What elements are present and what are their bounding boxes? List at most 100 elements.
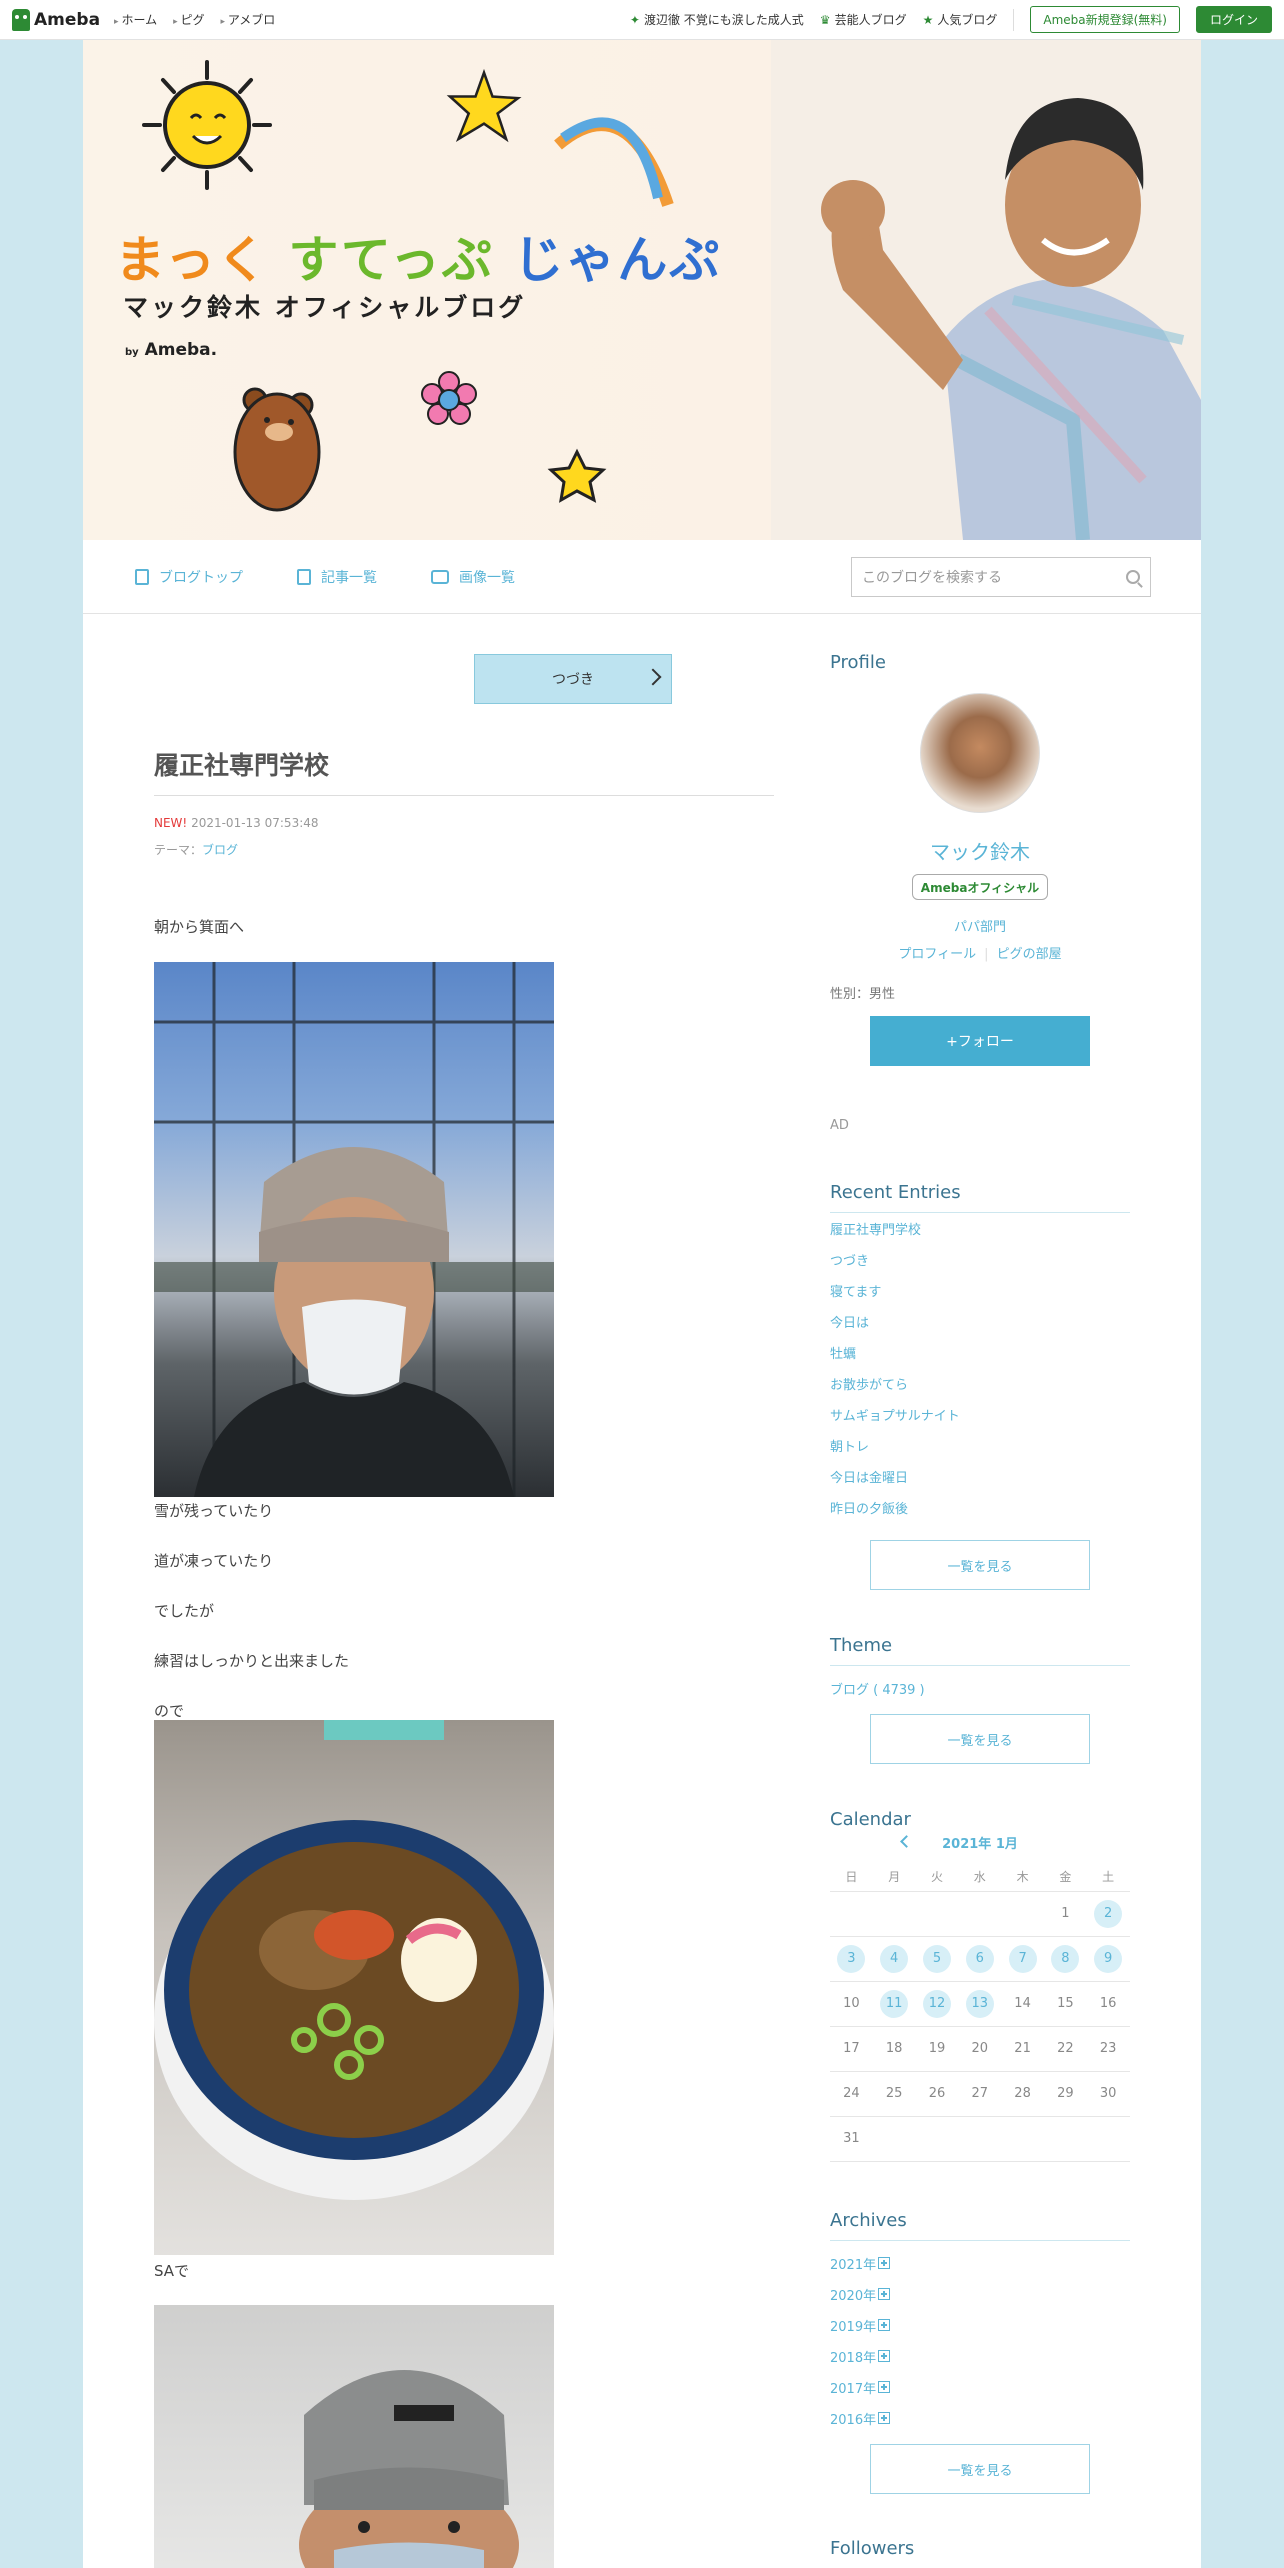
trending-link-label: 渡辺徹 不覚にも涙した成人式 (643, 13, 804, 27)
archive-year-item[interactable]: 2017年 (830, 2378, 891, 2409)
blog-banner[interactable]: まっく すてっぷ じゃんぷ マック鈴木 オフィシャルブログ by Ameba. (83, 40, 1201, 540)
post-photo-1-art (154, 962, 554, 1497)
login-button[interactable]: ログイン (1195, 6, 1272, 33)
weekday-label: 金 (1059, 1870, 1072, 1884)
archive-year-item[interactable]: 2018年 (830, 2347, 891, 2378)
calendar-cell: 16 (1087, 1990, 1130, 2018)
image-list-link[interactable]: 画像一覧 (431, 567, 515, 587)
blog-search-input[interactable]: このブログを検索する (851, 557, 1151, 597)
theme-link[interactable]: ブログ (202, 843, 238, 857)
banner-by-brand: Ameba. (144, 340, 218, 360)
entry-list-link[interactable]: 記事一覧 (297, 567, 377, 587)
nav-home-link[interactable]: ホーム (114, 11, 157, 28)
calendar-day-link[interactable]: 6 (965, 1945, 994, 1973)
recent-entries-heading: Recent Entries (830, 1182, 961, 1203)
archive-year-item[interactable]: 2016年 (830, 2409, 891, 2440)
calendar-week-row: 31 (830, 2117, 1130, 2162)
profile-link[interactable]: プロフィール (898, 947, 976, 962)
profile-category[interactable]: パパ部門 (830, 916, 1130, 935)
archive-year-item[interactable]: 2019年 (830, 2316, 891, 2347)
calendar-cell: 19 (916, 2035, 959, 2063)
calendar-week-row: 3456789 (830, 1937, 1130, 1982)
blog-top-link[interactable]: ブログトップ (135, 567, 243, 587)
calendar-day-link[interactable]: 13 (965, 1990, 994, 2018)
calendar-week-row: 10 11 12 13 14 15 16 (830, 1982, 1130, 2027)
blog-top-label: ブログトップ (159, 569, 243, 586)
recent-entry-link[interactable]: 寝てます (830, 1284, 960, 1315)
theme-blog-link[interactable]: ブログ ( 4739 ) (830, 1679, 925, 1698)
archive-year-item[interactable]: 2021年 (830, 2254, 891, 2285)
calendar-day: 18 (885, 2041, 903, 2056)
calendar-cell: 9 (1087, 1945, 1130, 1973)
post-photo-selfie-2[interactable] (154, 2305, 554, 2568)
archives-see-all-button[interactable]: 一覧を見る (870, 2444, 1090, 2494)
recent-entry-link[interactable]: 今日は (830, 1315, 960, 1346)
post-title[interactable]: 履正社専門学校 (154, 746, 329, 782)
calendar-cell: 4 (873, 1945, 916, 1973)
continue-button[interactable]: つづき (474, 654, 672, 704)
nav-ameblo-link[interactable]: アメブロ (220, 11, 275, 28)
recent-entry-link[interactable]: 履正社専門学校 (830, 1222, 960, 1253)
calendar-day: 23 (1099, 2041, 1117, 2056)
expand-plus-icon[interactable] (878, 2257, 891, 2269)
celebrity-blog-link[interactable]: ♛ 芸能人ブログ (820, 11, 907, 28)
expand-plus-icon[interactable] (878, 2350, 891, 2362)
nav-pig-link[interactable]: ピグ (173, 11, 204, 28)
theme-see-all-button[interactable]: 一覧を見る (870, 1714, 1090, 1764)
calendar-day-link[interactable]: 12 (922, 1990, 951, 2018)
archive-year-label: 2018年 (830, 2351, 877, 2366)
profile-avatar[interactable] (920, 693, 1040, 813)
calendar-day: 19 (928, 2041, 946, 2056)
search-icon[interactable] (1126, 570, 1140, 584)
ameba-logo[interactable]: Ameba (12, 8, 100, 31)
calendar-day-link[interactable]: 11 (880, 1990, 909, 2018)
expand-plus-icon[interactable] (878, 2319, 891, 2331)
calendar-day-link[interactable]: 4 (880, 1945, 909, 1973)
recent-entry-link[interactable]: サムギョプサルナイト (830, 1408, 960, 1439)
archive-year-item[interactable]: 2020年 (830, 2285, 891, 2316)
calendar-day-link[interactable]: 8 (1051, 1945, 1080, 1973)
archives-heading: Archives (830, 2210, 907, 2231)
recent-entry-link[interactable]: 今日は金曜日 (830, 1470, 960, 1501)
post-meta-theme: テーマ：ブログ (154, 841, 238, 858)
expand-plus-icon[interactable] (878, 2412, 891, 2424)
expand-plus-icon[interactable] (878, 2288, 891, 2300)
calendar-week-row: 12 (830, 1892, 1130, 1937)
calendar-day-link[interactable]: 9 (1094, 1945, 1123, 1973)
profile-name[interactable]: マック鈴木 (830, 836, 1130, 865)
expand-plus-icon[interactable] (878, 2381, 891, 2393)
calendar-day-link[interactable]: 7 (1008, 1945, 1037, 1973)
calendar-cell: 5 (916, 1945, 959, 1973)
archives-divider (830, 2240, 1130, 2241)
weekday-label: 水 (973, 1870, 986, 1884)
pig-room-link[interactable]: ピグの部屋 (997, 947, 1062, 962)
recent-entry-link[interactable]: 牡蠣 (830, 1346, 960, 1377)
calendar-day: 24 (843, 2086, 860, 2101)
post-text-line: 練習はしっかりと出来ました (154, 1652, 350, 1670)
follow-button[interactable]: +フォロー (870, 1016, 1090, 1066)
calendar-cell: 12 (916, 1990, 959, 2018)
profile-heading: Profile (830, 652, 886, 673)
banner-by-ameba: by Ameba. (125, 340, 217, 360)
calendar-day: 22 (1057, 2041, 1074, 2056)
recent-entry-link[interactable]: 昨日の夕飯後 (830, 1501, 960, 1532)
recent-entries-see-all-button[interactable]: 一覧を見る (870, 1540, 1090, 1590)
official-badge[interactable]: Amebaオフィシャル (912, 874, 1048, 900)
recent-entries-list: 履正社専門学校 つづき 寝てます 今日は 牡蠣 お散歩がてら サムギョプサルナイ… (830, 1222, 960, 1532)
post-photo-selfie-1[interactable] (154, 962, 554, 1497)
register-button[interactable]: Ameba新規登録(無料) (1030, 6, 1180, 33)
archive-year-label: 2021年 (830, 2258, 877, 2273)
post-photo-soba[interactable] (154, 1720, 554, 2255)
calendar-day-link[interactable]: 2 (1094, 1900, 1123, 1928)
archives-list: 2021年 2020年 2019年 2018年 2017年 2016年 (830, 2254, 891, 2440)
blog-nav: ブログトップ 記事一覧 画像一覧 このブログを検索する (83, 540, 1201, 614)
trending-link[interactable]: ✦ 渡辺徹 不覚にも涙した成人式 (630, 11, 804, 28)
recent-entry-link[interactable]: 朝トレ (830, 1439, 960, 1470)
title-divider (154, 795, 774, 796)
recent-entry-link[interactable]: つづき (830, 1253, 960, 1284)
calendar-day-link[interactable]: 5 (922, 1945, 951, 1973)
popular-blog-link[interactable]: ★ 人気ブログ (923, 11, 998, 28)
recent-entry-link[interactable]: お散歩がてら (830, 1377, 960, 1408)
calendar-day: 27 (971, 2086, 989, 2101)
calendar-day-link[interactable]: 3 (837, 1945, 866, 1973)
